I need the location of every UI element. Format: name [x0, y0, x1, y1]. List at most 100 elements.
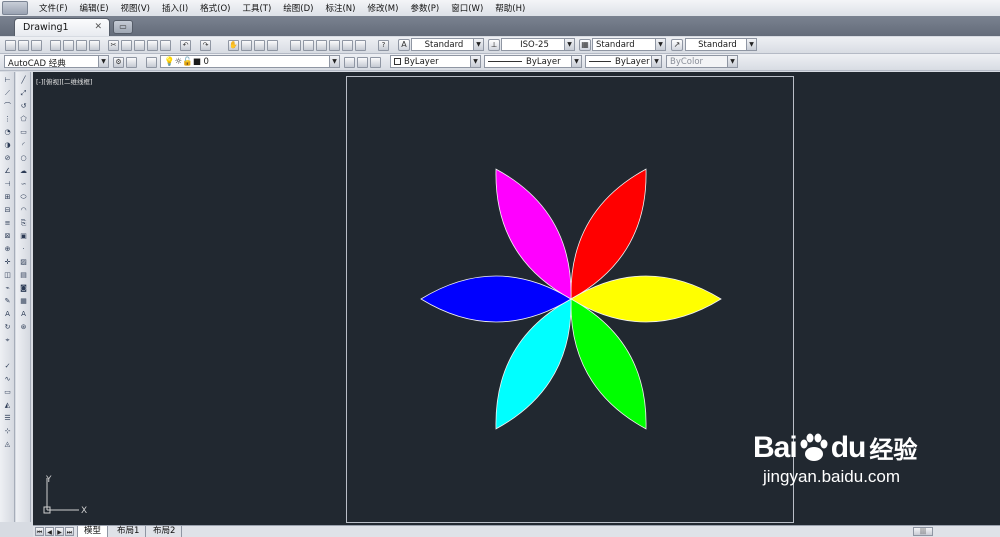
- polygon-icon[interactable]: ⬠: [18, 115, 29, 124]
- zoom-previous-icon[interactable]: [267, 40, 278, 51]
- ellipse-icon[interactable]: ⬭: [18, 193, 29, 202]
- tab-layout2[interactable]: 布局2: [147, 526, 183, 537]
- tab-layout1[interactable]: 布局1: [111, 526, 147, 537]
- continue-dimension-icon[interactable]: ⊟: [2, 206, 13, 215]
- properties-icon[interactable]: [290, 40, 301, 51]
- table-style-icon[interactable]: ▦: [579, 39, 591, 51]
- angular-dimension-icon[interactable]: ∠: [2, 167, 13, 176]
- insert-block-icon[interactable]: ⎘: [18, 219, 29, 228]
- block-editor-icon[interactable]: [160, 40, 171, 51]
- markup-icon[interactable]: [342, 40, 353, 51]
- distance-icon[interactable]: ∿: [2, 375, 13, 384]
- close-icon[interactable]: ✕: [94, 22, 102, 32]
- construction-line-icon[interactable]: ⤢: [18, 89, 29, 98]
- menu-window[interactable]: 窗口(W): [445, 2, 489, 14]
- layer-state-icon[interactable]: [370, 57, 381, 68]
- publish-icon[interactable]: [76, 40, 87, 51]
- previous-layout-arrow-icon[interactable]: ◀: [45, 527, 54, 536]
- area-icon[interactable]: ▭: [2, 388, 13, 397]
- region-icon[interactable]: ◭: [2, 401, 13, 410]
- dimension-text-edit-icon[interactable]: A: [2, 310, 13, 319]
- dimension-break-icon[interactable]: ⊠: [2, 232, 13, 241]
- mass-properties-icon[interactable]: ◬: [2, 440, 13, 449]
- center-mark-icon[interactable]: ✛: [2, 258, 13, 267]
- color-dropdown[interactable]: ByLayer ▼: [390, 55, 481, 68]
- gradient-icon[interactable]: ▤: [18, 271, 29, 280]
- linear-dimension-icon[interactable]: ⊢: [2, 76, 13, 85]
- menu-help[interactable]: 帮助(H): [489, 2, 531, 14]
- dimension-style-dropdown[interactable]: ISO-25 ▼: [501, 38, 575, 51]
- menu-format[interactable]: 格式(O): [194, 2, 236, 14]
- table-icon[interactable]: ▦: [18, 297, 29, 306]
- next-layout-arrow-icon[interactable]: ▶: [55, 527, 64, 536]
- pan-icon[interactable]: ✋: [228, 40, 239, 51]
- new-file-icon[interactable]: [5, 40, 16, 51]
- workspace-dropdown[interactable]: AutoCAD 经典 ▼: [4, 55, 109, 68]
- cut-icon[interactable]: ✂: [108, 40, 119, 51]
- layer-dropdown[interactable]: 💡☼🔓■ 0 ▼: [160, 55, 340, 68]
- measure-icon[interactable]: ✓: [2, 362, 13, 371]
- radius-dimension-icon[interactable]: ◔: [2, 128, 13, 137]
- dimension-style-left-icon[interactable]: ⌖: [2, 336, 13, 345]
- linetype-dropdown[interactable]: ByLayer ▼: [484, 55, 582, 68]
- baseline-dimension-icon[interactable]: ⊞: [2, 193, 13, 202]
- text-style-dropdown[interactable]: Standard ▼: [411, 38, 484, 51]
- application-menu-button[interactable]: [2, 1, 28, 15]
- rectangle-icon[interactable]: ▭: [18, 128, 29, 137]
- dimension-space-icon[interactable]: ≡: [2, 219, 13, 228]
- menu-parametric[interactable]: 参数(P): [404, 2, 445, 14]
- diameter-dimension-icon[interactable]: ⊘: [2, 154, 13, 163]
- multileader-style-icon[interactable]: ↗: [671, 39, 683, 51]
- open-file-icon[interactable]: [18, 40, 29, 51]
- arc-length-icon[interactable]: ⌒: [2, 102, 13, 111]
- lineweight-dropdown[interactable]: ByLayer ▼: [585, 55, 662, 68]
- table-style-dropdown[interactable]: Standard ▼: [592, 38, 666, 51]
- inspection-icon[interactable]: ◫: [2, 271, 13, 280]
- menu-dimension[interactable]: 标注(N): [319, 2, 361, 14]
- horizontal-scrollbar-thumb[interactable]: |||: [913, 527, 933, 536]
- revision-cloud-icon[interactable]: ☁: [18, 167, 29, 176]
- save-icon[interactable]: [31, 40, 42, 51]
- design-center-icon[interactable]: [303, 40, 314, 51]
- customize-icon[interactable]: [126, 57, 137, 68]
- redo-icon[interactable]: ↷: [200, 40, 211, 51]
- dimension-edit-icon[interactable]: ✎: [2, 297, 13, 306]
- tolerance-icon[interactable]: ⊕: [2, 245, 13, 254]
- last-layout-arrow-icon[interactable]: ⏭: [65, 527, 74, 536]
- ellipse-arc-icon[interactable]: ◠: [18, 206, 29, 215]
- menu-edit[interactable]: 编辑(E): [74, 2, 115, 14]
- point-icon[interactable]: ·: [18, 245, 29, 254]
- hatch-icon[interactable]: ▨: [18, 258, 29, 267]
- dimension-style-icon[interactable]: ⟂: [488, 39, 500, 51]
- menu-modify[interactable]: 修改(M): [361, 2, 404, 14]
- first-layout-arrow-icon[interactable]: ⏮: [35, 527, 44, 536]
- dimension-update-icon[interactable]: ↻: [2, 323, 13, 332]
- make-block-icon[interactable]: ▣: [18, 232, 29, 241]
- quickcalc-icon[interactable]: [355, 40, 366, 51]
- ordinate-dimension-icon[interactable]: ⋮: [2, 115, 13, 124]
- print-icon[interactable]: [50, 40, 61, 51]
- menu-insert[interactable]: 插入(I): [156, 2, 194, 14]
- help-icon[interactable]: ?: [378, 40, 389, 51]
- sheet-set-icon[interactable]: [329, 40, 340, 51]
- print-preview-icon[interactable]: [63, 40, 74, 51]
- menu-tools[interactable]: 工具(T): [236, 2, 277, 14]
- multileader-style-dropdown[interactable]: Standard ▼: [685, 38, 757, 51]
- circle-icon[interactable]: ○: [18, 154, 29, 163]
- paste-icon[interactable]: [134, 40, 145, 51]
- region-draw-icon[interactable]: ◙: [18, 284, 29, 293]
- drawing-canvas[interactable]: [-][俯视][二维线框] Y X Bai du 经验 jingyan.baid…: [33, 72, 1000, 525]
- tool-palettes-icon[interactable]: [316, 40, 327, 51]
- plot-icon[interactable]: [89, 40, 100, 51]
- match-properties-icon[interactable]: [147, 40, 158, 51]
- add-selected-icon[interactable]: ⊛: [18, 323, 29, 332]
- layer-previous-icon[interactable]: [357, 57, 368, 68]
- menu-view[interactable]: 视图(V): [115, 2, 156, 14]
- arc-icon[interactable]: ◜: [18, 141, 29, 150]
- spline-icon[interactable]: ∽: [18, 180, 29, 189]
- list-icon[interactable]: ☰: [2, 414, 13, 423]
- jogged-linear-icon[interactable]: ⌁: [2, 284, 13, 293]
- new-drawing-tab-button[interactable]: ▭: [113, 20, 133, 34]
- menu-draw[interactable]: 绘图(D): [277, 2, 319, 14]
- id-point-icon[interactable]: ⊹: [2, 427, 13, 436]
